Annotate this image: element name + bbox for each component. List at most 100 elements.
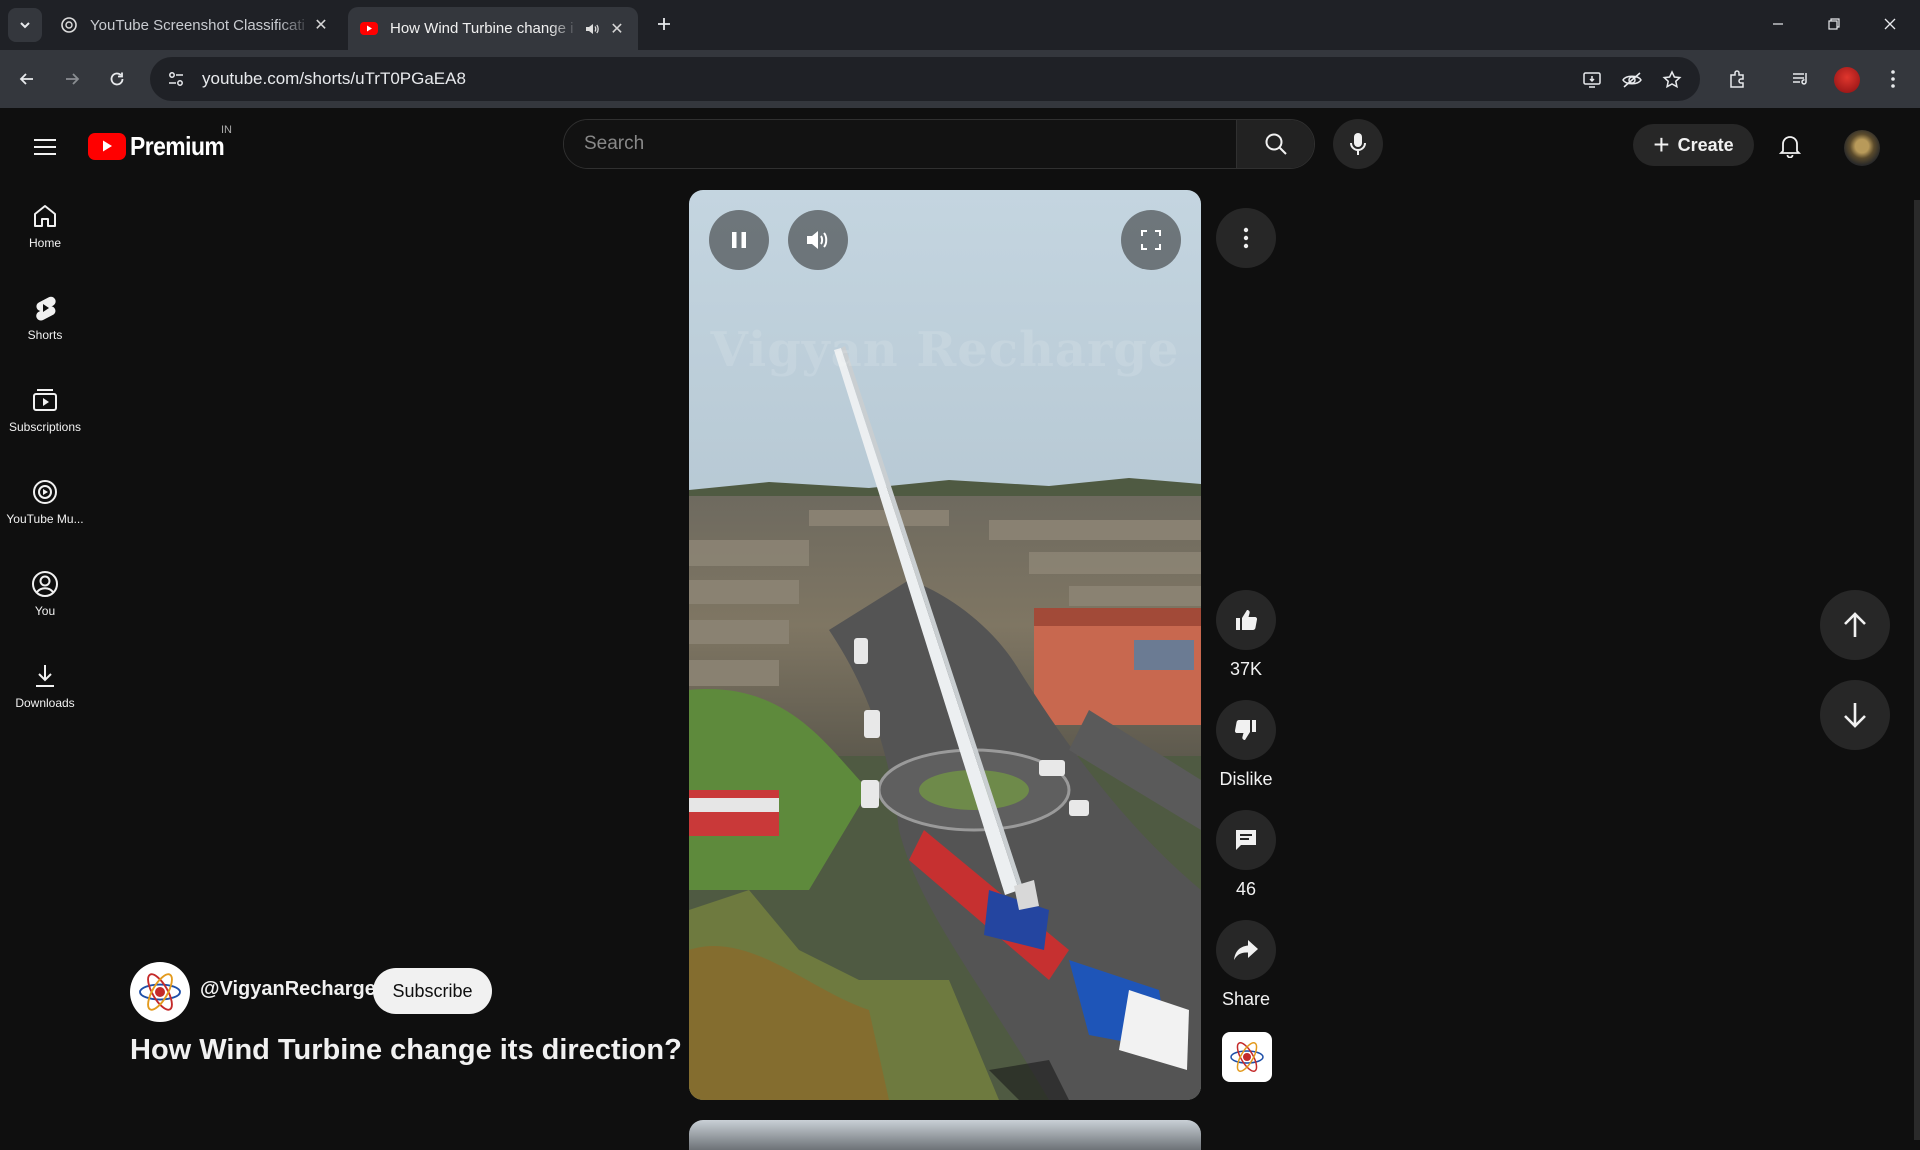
sidebar-item-label: Shorts <box>27 328 63 342</box>
sidebar-item-youtube-music[interactable]: YouTube Mu... <box>0 464 90 540</box>
arrow-down-icon <box>1844 703 1866 728</box>
next-short-button[interactable] <box>1820 680 1890 750</box>
dislike-button[interactable] <box>1216 700 1276 760</box>
create-button[interactable]: + Create <box>1633 124 1754 166</box>
tab-search-button[interactable] <box>8 8 42 42</box>
close-tab-icon[interactable]: ✕ <box>608 20 626 38</box>
bell-icon <box>1779 136 1801 158</box>
share-label: Share <box>1221 989 1271 1009</box>
sidebar-item-shorts[interactable]: Shorts <box>0 280 90 356</box>
minimize-button[interactable] <box>1750 0 1806 48</box>
tab-title: YouTube Screenshot Classificati <box>90 16 305 34</box>
back-button[interactable] <box>10 62 44 96</box>
browser-tabstrip: YouTube Screenshot Classificati ✕ How Wi… <box>0 0 1920 50</box>
more-vertical-icon <box>1891 70 1895 88</box>
account-avatar[interactable] <box>1844 130 1880 166</box>
sidebar-item-label: Home <box>28 236 61 250</box>
youtube-logo-icon <box>88 132 126 160</box>
install-app-icon[interactable] <box>1576 64 1608 96</box>
dislike-label: Dislike <box>1219 769 1273 789</box>
youtube-music-icon <box>33 480 57 504</box>
arrow-right-icon <box>66 73 80 85</box>
restore-button[interactable] <box>1806 0 1862 48</box>
queue-music-icon <box>1793 73 1807 85</box>
chatgpt-favicon-icon <box>60 16 78 34</box>
dislike-action[interactable]: Dislike <box>1212 700 1280 790</box>
subscriptions-icon <box>33 389 57 411</box>
comment-icon <box>1236 830 1256 850</box>
tracking-protection-icon[interactable] <box>1616 64 1648 96</box>
short-title[interactable]: How Wind Turbine change its direction? <box>130 1034 682 1067</box>
search-icon <box>1265 133 1287 155</box>
browser-profile-avatar[interactable] <box>1834 67 1860 93</box>
fullscreen-icon <box>1141 230 1161 250</box>
plus-icon: + <box>1653 129 1670 160</box>
sidebar-item-home[interactable]: Home <box>0 188 90 264</box>
atom-logo-icon <box>139 973 181 1011</box>
plus-icon <box>658 18 670 30</box>
share-action[interactable]: Share <box>1212 920 1280 1010</box>
channel-name[interactable]: @VigyanRecharge <box>200 978 376 1001</box>
site-settings-icon[interactable] <box>156 63 196 95</box>
thumbs-up-icon <box>1236 610 1258 630</box>
search-button[interactable] <box>1236 120 1314 168</box>
tab-audio-icon[interactable] <box>584 21 602 37</box>
channel-avatar[interactable] <box>130 962 190 1022</box>
address-bar[interactable]: youtube.com/shorts/uTrT0PGaEA8 <box>150 57 1700 101</box>
restore-icon <box>1828 18 1840 30</box>
subscribe-button[interactable]: Subscribe <box>373 968 492 1014</box>
youtube-premium-logo[interactable]: Premium IN <box>88 124 237 164</box>
notifications-button[interactable] <box>1770 126 1810 166</box>
new-tab-button[interactable] <box>650 10 678 38</box>
sidebar-item-you[interactable]: You <box>0 556 90 632</box>
remix-sound-thumbnail[interactable] <box>1222 1032 1272 1082</box>
like-count: 37K <box>1229 659 1263 679</box>
next-short-preview[interactable] <box>689 1120 1201 1150</box>
arrow-left-icon <box>19 73 33 85</box>
url-text[interactable]: youtube.com/shorts/uTrT0PGaEA8 <box>202 69 466 89</box>
fullscreen-button[interactable] <box>1121 210 1181 270</box>
search-input[interactable] <box>564 120 1236 168</box>
sidebar-item-downloads[interactable]: Downloads <box>0 648 90 724</box>
tab-title: How Wind Turbine change i <box>390 20 574 37</box>
close-window-button[interactable] <box>1862 0 1918 48</box>
sidebar-item-label: Downloads <box>15 696 75 710</box>
like-action[interactable]: 37K <box>1212 590 1280 680</box>
minimize-icon <box>1773 23 1783 25</box>
volume-button[interactable] <box>788 210 848 270</box>
close-tab-icon[interactable]: ✕ <box>312 16 330 34</box>
comments-action[interactable]: 46 <box>1212 810 1280 900</box>
more-options-button[interactable] <box>1216 208 1276 268</box>
chevron-down-icon <box>20 22 30 29</box>
previous-short-button[interactable] <box>1820 590 1890 660</box>
sidebar-item-subscriptions[interactable]: Subscriptions <box>0 372 90 448</box>
guide-menu-button[interactable] <box>26 128 64 166</box>
bookmark-star-icon[interactable] <box>1656 64 1688 96</box>
download-icon <box>36 665 54 687</box>
comments-button[interactable] <box>1216 810 1276 870</box>
country-code: IN <box>221 124 232 136</box>
logo-wordmark: Premium <box>130 130 225 161</box>
sidebar-item-label: YouTube Mu... <box>6 512 84 526</box>
browser-tab[interactable]: YouTube Screenshot Classificati ✕ <box>48 7 342 43</box>
browser-menu-button[interactable] <box>1876 62 1910 96</box>
share-button[interactable] <box>1216 920 1276 980</box>
comment-count: 46 <box>1235 879 1257 899</box>
pause-button[interactable] <box>709 210 769 270</box>
volume-icon <box>807 231 828 249</box>
youtube-favicon-icon <box>360 20 378 38</box>
extensions-button[interactable] <box>1720 62 1754 96</box>
forward-button[interactable] <box>55 62 89 96</box>
sidebar-item-label: You <box>34 604 56 618</box>
reload-button[interactable] <box>100 62 134 96</box>
page-scrollbar[interactable] <box>1914 200 1920 1140</box>
short-video-player[interactable]: Vigyan Recharge <box>689 190 1201 1100</box>
like-button[interactable] <box>1216 590 1276 650</box>
media-controls-button[interactable] <box>1784 62 1818 96</box>
browser-tab-active[interactable]: How Wind Turbine change i ✕ <box>348 7 638 50</box>
video-watermark: Vigyan Recharge <box>710 322 1180 378</box>
voice-search-button[interactable] <box>1333 119 1383 169</box>
microphone-icon <box>1350 133 1366 155</box>
home-icon <box>34 205 56 227</box>
thumbs-down-icon <box>1234 720 1256 740</box>
